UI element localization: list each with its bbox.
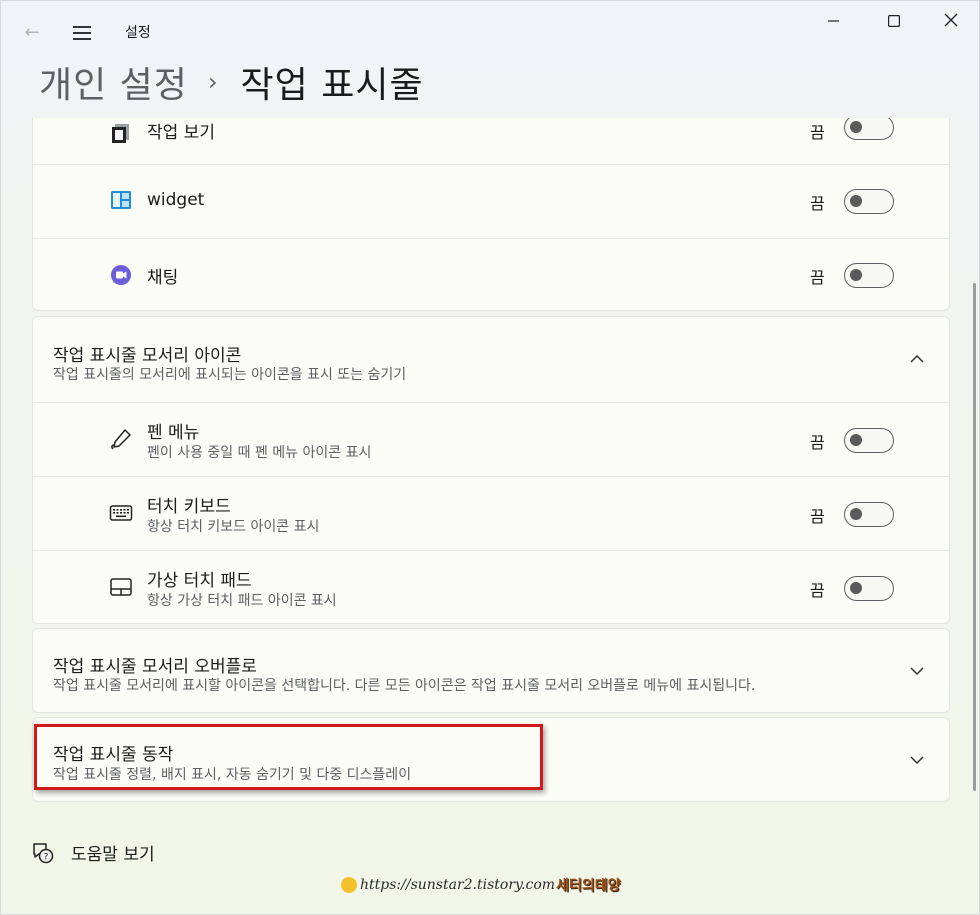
back-button[interactable]: ←	[17, 19, 47, 47]
settings-window: ← 설정 개인 설정 › 작업 표시줄 작업 보기 끔 widget 끔 채팅 …	[0, 0, 980, 915]
watermark-url: https://sunstar2.tistory.com	[360, 877, 556, 893]
toggle-state-text: 끔	[810, 433, 825, 452]
taskbar-items-card: 작업 보기 끔 widget 끔 채팅 끔	[32, 118, 950, 311]
setting-row-virtual-touchpad[interactable]: 가상 터치 패드 항상 가상 터치 패드 아이콘 표시 끔	[33, 550, 949, 624]
taskbar-corner-icons-header[interactable]: 작업 표시줄 모서리 아이콘 작업 표시줄의 모서리에 표시되는 아이콘을 표시…	[33, 317, 949, 402]
navigation-menu-button[interactable]	[67, 19, 97, 47]
setting-label: 작업 보기	[147, 123, 215, 143]
breadcrumb-separator: ›	[207, 68, 219, 96]
setting-label: 펜 메뉴	[147, 423, 200, 443]
watermark-name: 세터의태양	[556, 878, 621, 894]
taskbar-corner-overflow-card[interactable]: 작업 표시줄 모서리 오버플로 작업 표시줄 모서리에 표시할 아이콘을 선택합…	[32, 628, 950, 713]
setting-label: 터치 키보드	[147, 497, 231, 517]
setting-label: widget	[147, 190, 205, 210]
virtual-touchpad-toggle[interactable]	[844, 576, 894, 601]
pen-icon	[111, 429, 131, 450]
title-bar: ← 설정	[1, 1, 980, 61]
minimize-icon	[828, 20, 839, 22]
widget-toggle[interactable]	[844, 189, 894, 214]
touch-keyboard-toggle[interactable]	[844, 502, 894, 527]
svg-text:?: ?	[44, 852, 49, 862]
setting-description: 펜이 사용 중일 때 펜 메뉴 아이콘 표시	[147, 445, 372, 461]
minimize-button[interactable]	[811, 7, 857, 37]
close-button[interactable]	[928, 7, 974, 37]
toggle-state-text: 끔	[810, 581, 825, 600]
setting-row-task-view[interactable]: 작업 보기 끔	[33, 118, 949, 164]
toggle-state-text: 끔	[810, 507, 825, 526]
page-title: 작업 표시줄	[240, 65, 424, 106]
chevron-up-icon[interactable]	[905, 347, 929, 371]
chat-toggle[interactable]	[844, 263, 894, 288]
toggle-state-text: 끔	[810, 123, 825, 142]
section-title: 작업 표시줄 모서리 오버플로	[53, 657, 257, 677]
help-icon: ?	[33, 842, 54, 863]
setting-row-touch-keyboard[interactable]: 터치 키보드 항상 터치 키보드 아이콘 표시 끔	[33, 476, 949, 550]
scrollbar[interactable]	[973, 283, 976, 791]
setting-label: 채팅	[147, 268, 179, 288]
close-icon	[944, 13, 958, 27]
pen-menu-toggle[interactable]	[844, 428, 894, 453]
breadcrumb: 개인 설정 › 작업 표시줄	[39, 57, 424, 107]
chat-icon	[111, 265, 131, 285]
watermark: https://sunstar2.tistory.com 세터의태양	[341, 875, 620, 895]
section-subtitle: 작업 표시줄 모서리에 표시할 아이콘을 선택합니다. 다른 모든 아이콘은 작…	[53, 678, 756, 694]
section-title: 작업 표시줄 모서리 아이콘	[53, 346, 242, 366]
taskbar-corner-icons-card: 작업 표시줄 모서리 아이콘 작업 표시줄의 모서리에 표시되는 아이콘을 표시…	[32, 316, 950, 624]
setting-row-widget[interactable]: widget 끔	[33, 164, 949, 238]
toggle-state-text: 끔	[810, 268, 825, 287]
hamburger-icon	[73, 26, 91, 28]
settings-content[interactable]: 작업 보기 끔 widget 끔 채팅 끔 작업 표시줄 모서리 아이콘 작업 …	[1, 118, 980, 915]
keyboard-icon	[109, 505, 133, 521]
back-arrow-icon: ←	[24, 22, 40, 43]
chevron-down-icon[interactable]	[905, 748, 929, 772]
maximize-icon	[888, 15, 901, 28]
breadcrumb-parent[interactable]: 개인 설정	[39, 56, 188, 108]
get-help-link[interactable]: ? 도움말 보기	[31, 840, 155, 865]
setting-row-chat[interactable]: 채팅 끔	[33, 238, 949, 312]
help-label: 도움말 보기	[71, 845, 155, 865]
setting-description: 항상 터치 키보드 아이콘 표시	[147, 519, 320, 535]
section-subtitle: 작업 표시줄의 모서리에 표시되는 아이콘을 표시 또는 숨기기	[53, 367, 407, 383]
chevron-down-icon[interactable]	[905, 659, 929, 683]
app-title: 설정	[125, 25, 151, 41]
toggle-state-text: 끔	[810, 194, 825, 213]
maximize-button[interactable]	[871, 7, 917, 37]
smiley-icon	[341, 877, 357, 893]
task-view-icon	[112, 124, 129, 143]
widgets-icon	[111, 191, 131, 209]
touchpad-icon	[110, 578, 132, 596]
setting-description: 항상 가상 터치 패드 아이콘 표시	[147, 593, 337, 609]
setting-label: 가상 터치 패드	[147, 571, 252, 591]
highlight-box	[34, 724, 543, 790]
setting-row-pen-menu[interactable]: 펜 메뉴 펜이 사용 중일 때 펜 메뉴 아이콘 표시 끔	[33, 402, 949, 476]
task-view-toggle[interactable]	[844, 118, 894, 140]
